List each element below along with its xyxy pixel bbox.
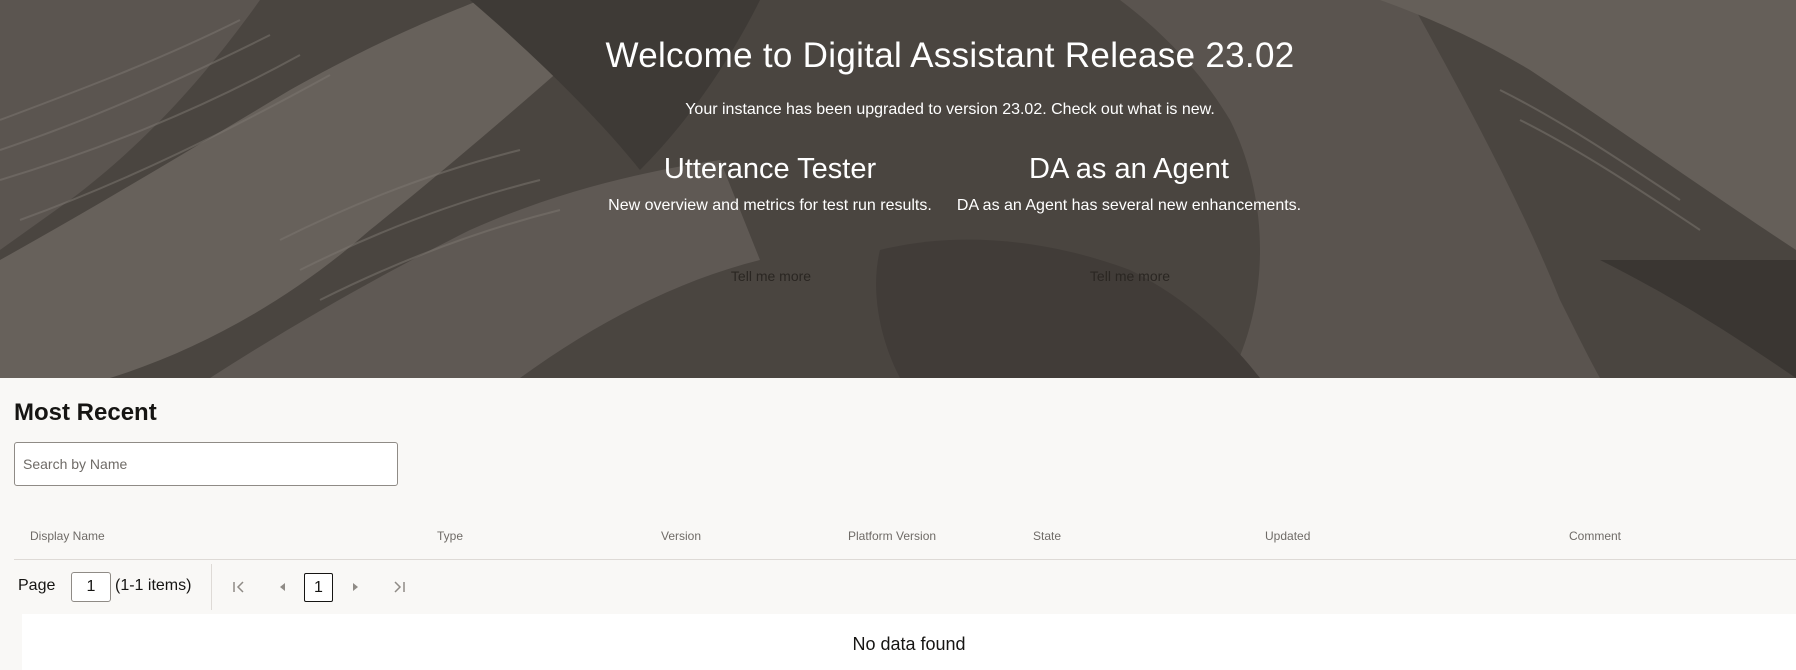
tell-me-more-button-da-as-agent[interactable]: Tell me more: [1060, 261, 1200, 291]
feature-card-da-as-agent: DA as an Agent DA as an Agent has severa…: [939, 150, 1319, 215]
column-header-updated[interactable]: Updated: [1265, 529, 1310, 543]
previous-page-button[interactable]: [268, 572, 298, 602]
banner-content: Welcome to Digital Assistant Release 23.…: [0, 0, 1796, 378]
page-label: Page: [18, 577, 56, 594]
column-header-comment[interactable]: Comment: [1569, 529, 1621, 543]
welcome-banner: Welcome to Digital Assistant Release 23.…: [0, 0, 1796, 378]
next-page-button[interactable]: [340, 572, 370, 602]
column-header-display-name[interactable]: Display Name: [30, 529, 105, 543]
tell-me-more-button-utterance-tester[interactable]: Tell me more: [701, 261, 841, 291]
pager-divider: [211, 564, 212, 610]
search-input[interactable]: [14, 442, 398, 486]
items-summary: (1-1 items): [115, 577, 192, 594]
pagination-bar: Page (1-1 items) 1: [0, 560, 1796, 614]
column-header-platform-version[interactable]: Platform Version: [848, 529, 936, 543]
feature-description: New overview and metrics for test run re…: [608, 197, 932, 214]
page-number-input[interactable]: [71, 572, 111, 602]
first-page-icon: [233, 581, 244, 593]
empty-table-message: No data found: [22, 614, 1796, 670]
last-page-icon: [394, 581, 405, 593]
banner-title: Welcome to Digital Assistant Release 23.…: [605, 36, 1295, 75]
last-page-button[interactable]: [384, 572, 414, 602]
feature-title: DA as an Agent: [1029, 153, 1229, 185]
table-header: Display Name Type Version Platform Versi…: [14, 520, 1796, 560]
feature-card-utterance-tester: Utterance Tester New overview and metric…: [580, 150, 960, 215]
previous-page-icon: [280, 583, 285, 591]
feature-title: Utterance Tester: [663, 153, 877, 185]
column-header-version[interactable]: Version: [661, 529, 701, 543]
next-page-icon: [353, 583, 358, 591]
feature-description: DA as an Agent has several new enhanceme…: [956, 197, 1302, 214]
section-title: Most Recent: [14, 399, 157, 426]
column-header-state[interactable]: State: [1033, 529, 1061, 543]
banner-subtitle: Your instance has been upgraded to versi…: [685, 101, 1215, 118]
column-header-type[interactable]: Type: [437, 529, 463, 543]
current-page-indicator[interactable]: 1: [304, 573, 333, 602]
first-page-button[interactable]: [224, 572, 254, 602]
